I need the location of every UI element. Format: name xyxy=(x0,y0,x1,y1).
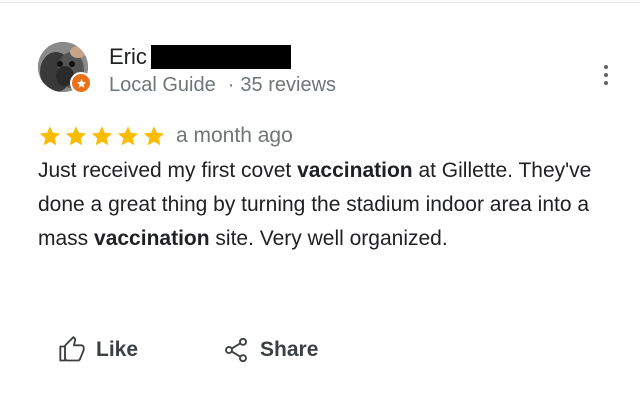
rating-row: a month ago xyxy=(38,122,618,150)
review-text: Just received my first covet vaccination… xyxy=(38,154,598,256)
star-icon xyxy=(117,126,139,146)
redacted-surname xyxy=(150,45,291,69)
star-icon xyxy=(65,126,87,146)
more-vert-icon-dot xyxy=(604,81,608,85)
meta-separator: · xyxy=(227,74,235,96)
more-vert-icon-dot xyxy=(604,73,608,77)
author-avatar-wrap[interactable] xyxy=(38,42,92,94)
share-button[interactable]: Share xyxy=(222,330,318,370)
like-label: Like xyxy=(96,338,139,361)
highlighted-keyword: vaccination xyxy=(297,159,413,182)
more-vert-icon-dot xyxy=(604,65,608,69)
more-options-button[interactable] xyxy=(594,60,618,90)
share-label: Share xyxy=(260,338,319,361)
review-header: Eric Local Guide · 35 reviews xyxy=(38,38,618,98)
review-date: a month ago xyxy=(176,124,293,147)
local-guide-star-icon xyxy=(70,72,92,94)
star-icon xyxy=(91,126,113,146)
author-meta: Local Guide · 35 reviews xyxy=(109,73,336,97)
like-button[interactable]: Like xyxy=(58,330,138,370)
thumb-up-icon xyxy=(59,336,85,362)
top-divider xyxy=(0,2,640,3)
author-name-row: Eric xyxy=(109,44,291,70)
highlighted-keyword: vaccination xyxy=(94,227,210,250)
share-icon xyxy=(225,337,247,363)
review-card-page: Eric Local Guide · 35 reviews a month ago … xyxy=(0,0,640,417)
author-name[interactable]: Eric xyxy=(109,44,147,70)
star-icon xyxy=(143,126,165,146)
review-count[interactable]: 35 reviews xyxy=(240,74,336,96)
star-rating xyxy=(38,124,166,148)
author-type: Local Guide xyxy=(109,74,216,96)
review-actions: Like Share xyxy=(58,330,318,370)
review-card: Eric Local Guide · 35 reviews a month ago … xyxy=(38,38,618,256)
star-icon xyxy=(39,126,61,146)
review-text-segment: Just received my first covet xyxy=(38,159,298,182)
review-text-segment: site. Very well organized. xyxy=(209,227,448,250)
